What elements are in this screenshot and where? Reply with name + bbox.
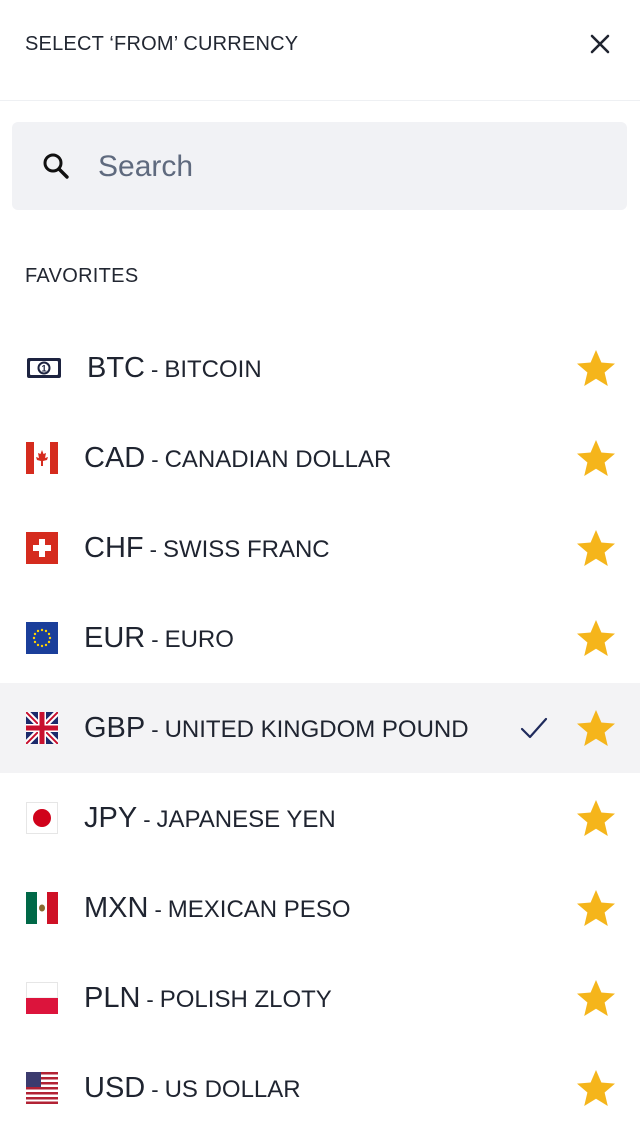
currency-row-mxn[interactable]: MXN - MEXICAN PESO bbox=[0, 863, 640, 953]
currency-name: JAPANESE YEN bbox=[156, 806, 336, 833]
close-icon bbox=[590, 34, 610, 54]
favorite-star-icon[interactable] bbox=[576, 619, 616, 657]
currency-name: POLISH ZLOTY bbox=[159, 986, 332, 1013]
currency-row-cad[interactable]: CAD - CANADIAN DOLLAR bbox=[0, 413, 640, 503]
currency-row-eur[interactable]: EUR - EURO bbox=[0, 593, 640, 683]
currency-row-btc[interactable]: 1 BTC - BITCOIN bbox=[0, 323, 640, 413]
currency-label: JPY - JAPANESE YEN bbox=[84, 803, 336, 838]
currency-row-usd[interactable]: USD - US DOLLAR bbox=[0, 1043, 640, 1133]
currency-separator: - bbox=[151, 357, 159, 382]
favorite-star-icon[interactable] bbox=[576, 979, 616, 1017]
currency-row-jpy[interactable]: JPY - JAPANESE YEN bbox=[0, 773, 640, 863]
header: SELECT ‘FROM’ CURRENCY bbox=[0, 0, 640, 101]
currency-code: USD bbox=[84, 1072, 146, 1104]
currency-label: CAD - CANADIAN DOLLAR bbox=[84, 443, 391, 478]
favorite-star-icon[interactable] bbox=[576, 799, 616, 837]
japan-flag-icon bbox=[26, 802, 58, 834]
currency-label: BTC - BITCOIN bbox=[87, 353, 262, 388]
currency-code: GBP bbox=[84, 712, 146, 744]
currency-separator: - bbox=[143, 807, 151, 832]
currency-label: MXN - MEXICAN PESO bbox=[84, 893, 351, 928]
currency-name: US DOLLAR bbox=[164, 1076, 301, 1103]
checkmark-icon bbox=[520, 717, 548, 739]
currency-name: BITCOIN bbox=[164, 356, 262, 383]
currency-label: PLN - POLISH ZLOTY bbox=[84, 983, 332, 1018]
currency-code: BTC bbox=[87, 352, 145, 384]
currency-label: CHF - SWISS FRANC bbox=[84, 533, 330, 568]
eu-flag-icon bbox=[26, 622, 58, 654]
favorite-star-icon[interactable] bbox=[576, 439, 616, 477]
currency-separator: - bbox=[151, 447, 159, 472]
currency-separator: - bbox=[151, 1077, 159, 1102]
svg-text:1: 1 bbox=[41, 364, 46, 374]
currency-name: EURO bbox=[164, 626, 234, 653]
currency-label: EUR - EURO bbox=[84, 623, 234, 658]
search-bar[interactable] bbox=[12, 122, 627, 210]
currency-name: SWISS FRANC bbox=[162, 536, 330, 563]
currency-name: MEXICAN PESO bbox=[167, 896, 351, 923]
currency-row-pln[interactable]: PLN - POLISH ZLOTY bbox=[0, 953, 640, 1043]
favorite-star-icon[interactable] bbox=[576, 889, 616, 927]
currency-separator: - bbox=[149, 537, 157, 562]
favorite-star-icon[interactable] bbox=[576, 349, 616, 387]
currency-label: GBP - UNITED KINGDOM POUND bbox=[84, 713, 469, 748]
currency-row-chf[interactable]: CHF - SWISS FRANC bbox=[0, 503, 640, 593]
currency-code: MXN bbox=[84, 892, 149, 924]
favorite-star-icon[interactable] bbox=[576, 529, 616, 567]
currency-name: CANADIAN DOLLAR bbox=[164, 446, 392, 473]
canada-flag-icon bbox=[26, 442, 58, 474]
currency-code: PLN bbox=[84, 982, 141, 1014]
us-flag-icon bbox=[26, 1072, 58, 1104]
currency-code: CAD bbox=[84, 442, 146, 474]
currency-separator: - bbox=[151, 717, 159, 742]
search-icon bbox=[43, 153, 69, 179]
favorite-star-icon[interactable] bbox=[576, 1069, 616, 1107]
bitcoin-banknote-icon: 1 bbox=[26, 352, 61, 384]
mexico-flag-icon bbox=[26, 892, 58, 924]
currency-separator: - bbox=[154, 897, 162, 922]
currency-label: USD - US DOLLAR bbox=[84, 1073, 301, 1108]
close-button[interactable] bbox=[584, 28, 616, 60]
currency-separator: - bbox=[151, 627, 159, 652]
search-input[interactable] bbox=[96, 144, 600, 190]
uk-flag-icon bbox=[26, 712, 58, 744]
currency-separator: - bbox=[146, 987, 154, 1012]
poland-flag-icon bbox=[26, 982, 58, 1014]
currency-code: EUR bbox=[84, 622, 146, 654]
page-title: SELECT ‘FROM’ CURRENCY bbox=[25, 33, 299, 55]
favorite-star-icon[interactable] bbox=[576, 709, 616, 747]
currency-name: UNITED KINGDOM POUND bbox=[164, 716, 469, 743]
switzerland-flag-icon bbox=[26, 532, 58, 564]
currency-code: CHF bbox=[84, 532, 144, 564]
favorites-heading: FAVORITES bbox=[25, 265, 139, 287]
currency-code: JPY bbox=[84, 802, 138, 834]
currency-row-gbp[interactable]: GBP - UNITED KINGDOM POUND bbox=[0, 683, 640, 773]
